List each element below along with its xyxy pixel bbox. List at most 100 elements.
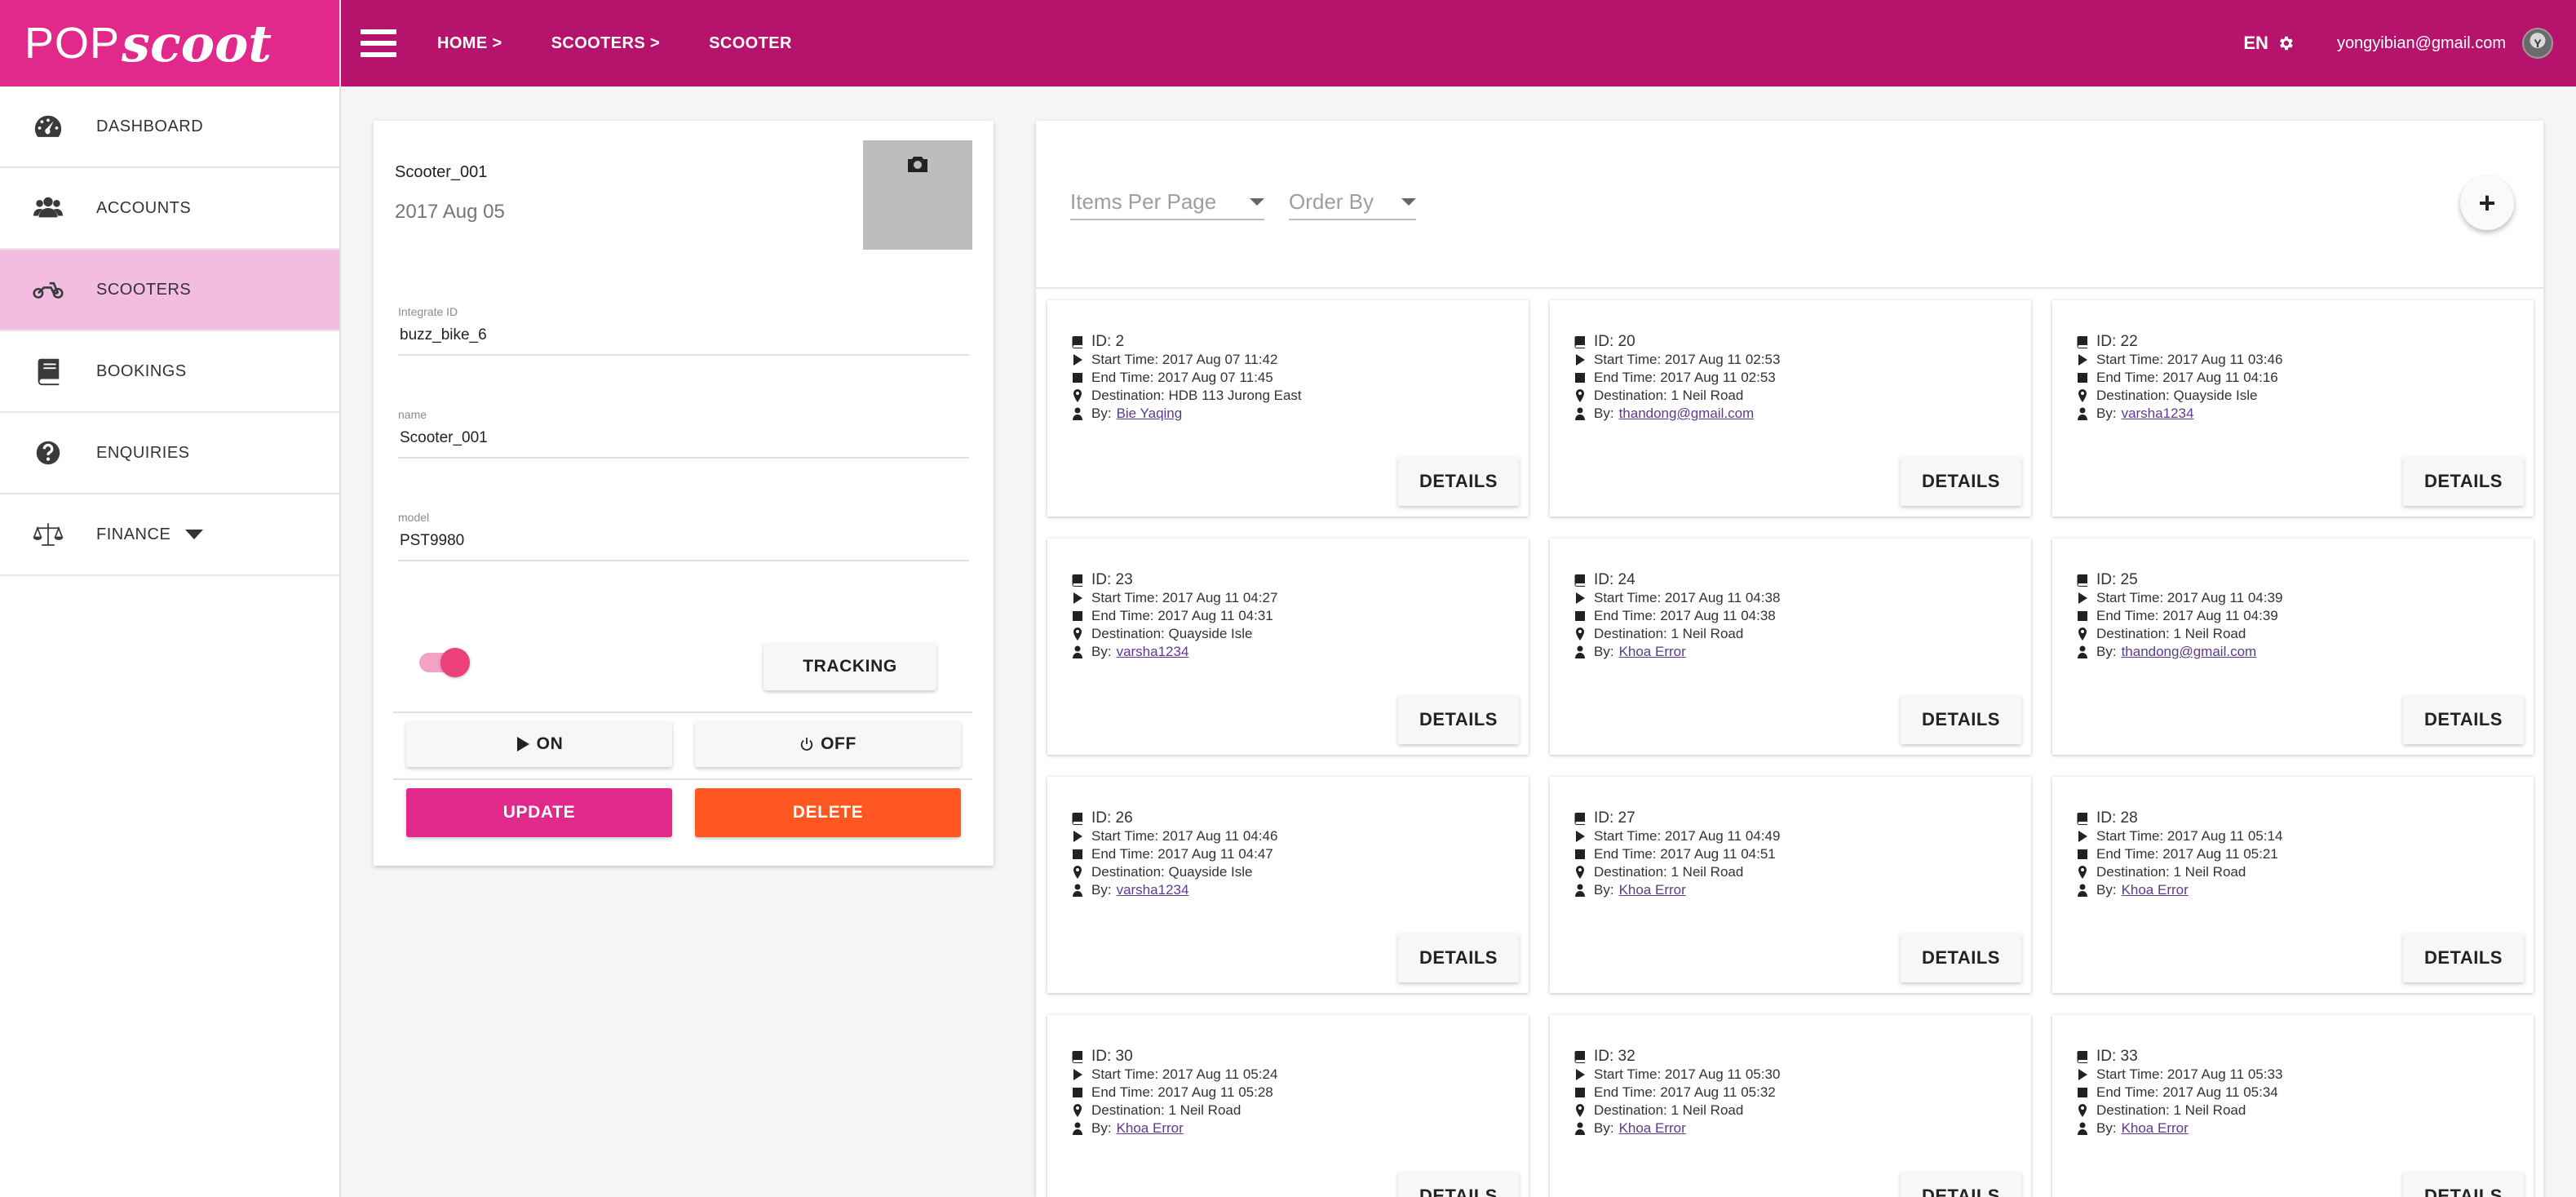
play-icon <box>1574 1068 1586 1081</box>
booking-by-label: By: <box>1594 882 1614 898</box>
book-icon <box>2077 1050 2088 1063</box>
map-marker-icon <box>1574 1104 1586 1117</box>
popscoot-logo[interactable]: POP scoot <box>0 0 339 86</box>
booking-end-time: End Time: 2017 Aug 11 05:28 <box>1047 1084 1529 1102</box>
stop-icon <box>1574 371 1586 384</box>
sidebar-item-scooters[interactable]: SCOOTERS <box>0 250 339 331</box>
sidebar-item-accounts[interactable]: ACCOUNTS <box>0 168 339 250</box>
add-booking-button[interactable]: + <box>2460 176 2514 230</box>
scooter-date: 2017 Aug 05 <box>395 201 505 223</box>
map-marker-icon <box>2077 627 2088 641</box>
booking-by-label: By: <box>2096 406 2117 421</box>
booking-card: ID: 28 Start Time: 2017 Aug 11 05:14 End T… <box>2052 777 2534 993</box>
booking-start-time-text: Start Time: 2017 Aug 11 05:24 <box>1091 1066 1278 1082</box>
model-field[interactable]: model PST9980 <box>398 511 969 561</box>
details-button[interactable]: DETAILS <box>1398 933 1519 982</box>
off-button[interactable]: OFF <box>695 721 961 767</box>
sidebar-item-label: FINANCE <box>96 525 171 543</box>
booking-user-link[interactable]: Khoa Error <box>1619 644 1686 660</box>
booking-user-link[interactable]: thandong@gmail.com <box>1619 406 1755 422</box>
details-button[interactable]: DETAILS <box>2403 457 2524 506</box>
sidebar-item-finance[interactable]: FINANCE <box>0 494 339 576</box>
booking-id-text: ID: 23 <box>1091 571 1133 588</box>
play-icon <box>1574 592 1586 605</box>
booking-end-time: End Time: 2017 Aug 11 05:32 <box>1550 1084 2031 1102</box>
user-email[interactable]: yongyibian@gmail.com <box>2337 34 2506 53</box>
logo-text-scoot: scoot <box>122 13 272 73</box>
on-button[interactable]: ON <box>406 721 672 767</box>
booking-start-time-text: Start Time: 2017 Aug 07 11:42 <box>1091 352 1278 367</box>
breadcrumb-home[interactable]: HOME > <box>437 34 502 53</box>
booking-card: ID: 26 Start Time: 2017 Aug 11 04:46 End T… <box>1047 777 1529 993</box>
scooter-name: Scooter_001 <box>395 163 488 181</box>
details-button[interactable]: DETAILS <box>2403 695 2524 744</box>
booking-user-link[interactable]: Bie Yaqing <box>1117 406 1183 422</box>
language-selector[interactable]: EN <box>2243 33 2295 54</box>
power-toggle[interactable] <box>419 648 470 677</box>
menu-icon[interactable] <box>361 29 396 57</box>
booking-user-link[interactable]: Khoa Error <box>2122 1120 2189 1137</box>
booking-user-link[interactable]: Khoa Error <box>2122 882 2189 898</box>
sidebar-item-enquiries[interactable]: ENQUIRIES <box>0 413 339 494</box>
booking-user-link[interactable]: Khoa Error <box>1619 1120 1686 1137</box>
booking-user-link[interactable]: varsha1234 <box>2122 406 2194 422</box>
booking-by: By: Khoa Error <box>2052 1119 2534 1137</box>
play-icon <box>1072 1068 1083 1081</box>
booking-user-link[interactable]: Khoa Error <box>1117 1120 1184 1137</box>
booking-id-text: ID: 27 <box>1594 809 1635 827</box>
update-button[interactable]: UPDATE <box>406 788 672 837</box>
booking-user-link[interactable]: varsha1234 <box>1117 882 1189 898</box>
booking-user-link[interactable]: thandong@gmail.com <box>2122 644 2257 660</box>
scooter-photo-upload[interactable] <box>863 140 972 250</box>
order-by-select[interactable]: Order By <box>1289 184 1416 220</box>
delete-label: DELETE <box>792 803 864 822</box>
book-icon <box>2077 812 2088 825</box>
gear-icon <box>2279 36 2293 51</box>
user-icon <box>1574 645 1586 658</box>
booking-start-time: Start Time: 2017 Aug 07 11:42 <box>1047 351 1529 369</box>
items-per-page-select[interactable]: Items Per Page <box>1070 184 1264 220</box>
booking-destination: Destination: 1 Neil Road <box>1047 1102 1529 1119</box>
details-button[interactable]: DETAILS <box>1398 457 1519 506</box>
book-icon <box>2077 335 2088 348</box>
sidebar: POP scoot DASHBOARD ACCOUNTS SCOOTERS BOO… <box>0 0 341 1197</box>
avatar[interactable]: Y <box>2522 28 2553 59</box>
details-button[interactable]: DETAILS <box>1398 1172 1519 1197</box>
details-button[interactable]: DETAILS <box>1901 1172 2021 1197</box>
integrate-id-label: Integrate ID <box>398 305 458 318</box>
booking-end-time-text: End Time: 2017 Aug 11 04:39 <box>2096 608 2278 623</box>
booking-id: ID: 27 <box>1550 809 2031 827</box>
tracking-button[interactable]: TRACKING <box>764 643 936 690</box>
integrate-id-field[interactable]: Integrate ID buzz_bike_6 <box>398 305 969 356</box>
details-button[interactable]: DETAILS <box>1901 933 2021 982</box>
details-button[interactable]: DETAILS <box>1901 457 2021 506</box>
delete-button[interactable]: DELETE <box>695 788 961 837</box>
booking-by: By: thandong@gmail.com <box>2052 643 2534 661</box>
booking-by-label: By: <box>1594 1120 1614 1136</box>
booking-end-time: End Time: 2017 Aug 11 05:21 <box>2052 845 2534 863</box>
booking-destination-text: Destination: 1 Neil Road <box>2096 864 2246 880</box>
booking-card: ID: 27 Start Time: 2017 Aug 11 04:49 End T… <box>1550 777 2031 993</box>
name-field[interactable]: name Scooter_001 <box>398 408 969 459</box>
sidebar-item-bookings[interactable]: BOOKINGS <box>0 331 339 413</box>
user-icon <box>1574 407 1586 420</box>
details-button[interactable]: DETAILS <box>1398 695 1519 744</box>
chevron-down-icon[interactable] <box>185 530 204 539</box>
booking-start-time-text: Start Time: 2017 Aug 11 03:46 <box>2096 352 2283 367</box>
play-icon <box>1574 830 1586 843</box>
user-icon <box>1072 407 1083 420</box>
booking-card: ID: 32 Start Time: 2017 Aug 11 05:30 End T… <box>1550 1015 2031 1197</box>
details-button[interactable]: DETAILS <box>1901 695 2021 744</box>
book-icon <box>38 358 60 386</box>
details-button[interactable]: DETAILS <box>2403 1172 2524 1197</box>
booking-id: ID: 23 <box>1047 571 1529 589</box>
user-icon <box>1574 884 1586 897</box>
book-icon <box>1574 335 1586 348</box>
breadcrumb-scooters[interactable]: SCOOTERS > <box>551 34 660 53</box>
booking-end-time: End Time: 2017 Aug 11 04:31 <box>1047 607 1529 625</box>
sidebar-item-dashboard[interactable]: DASHBOARD <box>0 86 339 168</box>
booking-id: ID: 26 <box>1047 809 1529 827</box>
booking-user-link[interactable]: Khoa Error <box>1619 882 1686 898</box>
booking-user-link[interactable]: varsha1234 <box>1117 644 1189 660</box>
details-button[interactable]: DETAILS <box>2403 933 2524 982</box>
